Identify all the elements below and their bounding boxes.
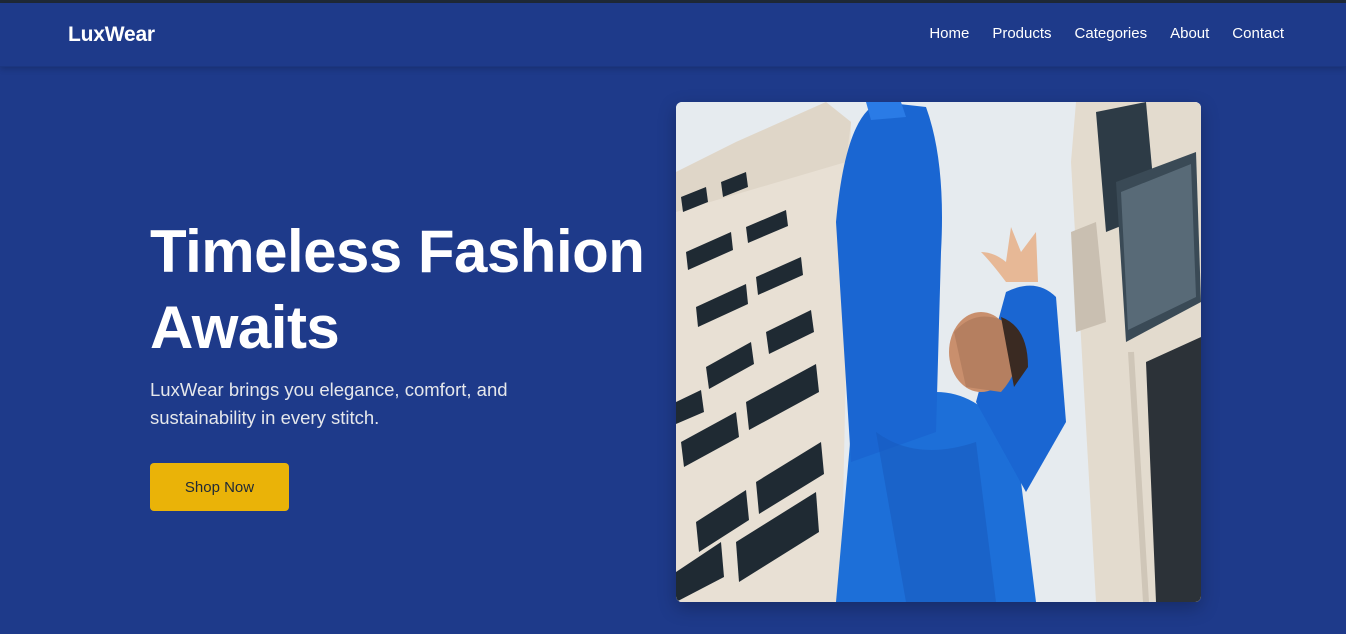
hero-image xyxy=(676,102,1201,602)
brand-logo[interactable]: LuxWear xyxy=(68,23,155,47)
hero-title-line-1: Timeless Fashion xyxy=(150,218,645,285)
nav-link-about[interactable]: About xyxy=(1170,25,1209,42)
nav-link-categories[interactable]: Categories xyxy=(1075,25,1148,42)
main-nav: Home Products Categories About Contact xyxy=(929,25,1284,42)
hero-subtitle: LuxWear brings you elegance, comfort, an… xyxy=(150,379,508,428)
nav-link-products[interactable]: Products xyxy=(992,25,1051,42)
nav-link-home[interactable]: Home xyxy=(929,25,969,42)
hero-photo-illustration xyxy=(676,102,1201,602)
navbar: LuxWear Home Products Categories About C… xyxy=(0,3,1346,67)
nav-link-contact[interactable]: Contact xyxy=(1232,25,1284,42)
hero-title: Timeless Fashion Awaits xyxy=(150,214,670,366)
shop-now-button[interactable]: Shop Now xyxy=(150,463,289,511)
hero-title-line-2: Awaits xyxy=(150,294,340,361)
